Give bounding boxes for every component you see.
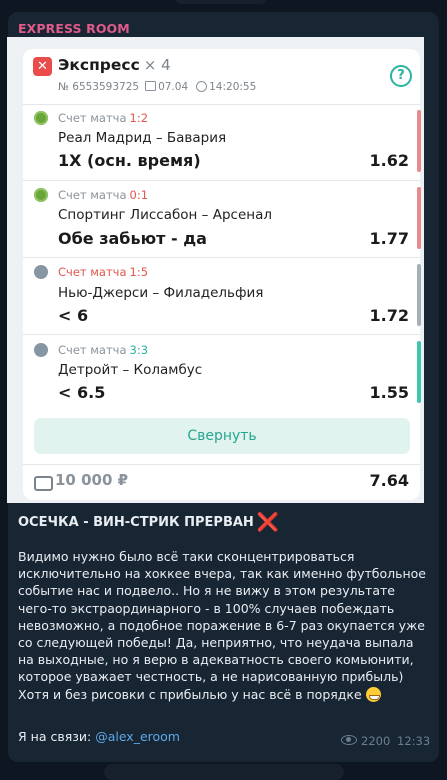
- football-icon: [34, 111, 48, 125]
- score-label: Счет матча 3:3: [58, 343, 149, 357]
- clock-icon: [196, 81, 208, 92]
- grinning-face-icon: [365, 686, 381, 702]
- eye-icon: [341, 735, 357, 745]
- previous-message-edge: [176, 0, 266, 4]
- slip-title: Экспресс × 4: [58, 56, 171, 74]
- bet-odd: 1.55: [369, 383, 409, 402]
- divider: [23, 104, 420, 105]
- divider: [23, 180, 420, 181]
- next-message-edge: [104, 764, 344, 780]
- close-icon: ✕: [33, 57, 52, 76]
- score: 0:1: [129, 188, 149, 202]
- contact-link[interactable]: @alex_eroom: [95, 729, 180, 744]
- match-teams: Реал Мадрид – Бавария: [58, 130, 227, 146]
- match-teams: Спортинг Лиссабон – Арсенал: [58, 207, 272, 223]
- bet-selection: < 6.5: [58, 383, 106, 402]
- slip-count: × 4: [143, 56, 171, 74]
- slip-time: 14:20:55: [209, 81, 257, 93]
- result-strip: [417, 264, 421, 326]
- score: 1:2: [129, 111, 149, 125]
- message-time: 12:33: [397, 734, 431, 748]
- score-label: Счет матча 0:1: [58, 188, 149, 202]
- score-label: Счет матча 1:5: [58, 265, 149, 279]
- score: 1:5: [129, 265, 149, 279]
- channel-name[interactable]: EXPRESS ROOM: [18, 21, 130, 36]
- score: 3:3: [129, 343, 149, 357]
- result-strip: [417, 110, 421, 172]
- bet-odd: 1.62: [369, 151, 409, 170]
- contact-line: Я на связи: @alex_eroom: [18, 729, 180, 744]
- divider: [23, 257, 420, 258]
- wallet-icon: [34, 476, 53, 491]
- collapse-button[interactable]: Свернуть: [34, 418, 410, 454]
- bet-odd: 1.77: [369, 229, 409, 248]
- bet-odd: 1.72: [369, 306, 409, 325]
- hockey-icon: [34, 343, 48, 357]
- football-icon: [34, 188, 48, 202]
- view-count: 2200: [341, 734, 390, 748]
- bet-selection: Обе забьют - да: [58, 229, 207, 248]
- cross-mark-icon: ❌: [256, 512, 280, 533]
- bet-selection: 1X (осн. время): [58, 151, 201, 170]
- match-teams: Нью-Джерси – Филадельфия: [58, 285, 264, 301]
- calendar-icon: [145, 81, 157, 91]
- message-headline: ОСЕЧКА - ВИН-СТРИК ПРЕРВАН ❌: [18, 512, 280, 533]
- bet-selection: < 6: [58, 306, 89, 325]
- hockey-icon: [34, 265, 48, 279]
- message-text: Видимо нужно было всё таки сконцентриров…: [18, 549, 426, 702]
- divider: [23, 334, 420, 335]
- slip-number: № 6553593725: [58, 81, 140, 93]
- result-strip: [417, 341, 421, 403]
- stake-amount: 10 000 ₽: [55, 471, 129, 489]
- total-odd: 7.64: [369, 471, 409, 490]
- result-strip: [417, 187, 421, 249]
- match-teams: Детройт – Коламбус: [58, 362, 203, 378]
- help-icon[interactable]: ?: [390, 65, 412, 87]
- slip-meta: № 6553593725 07.04 14:20:55: [58, 81, 256, 93]
- divider: [23, 464, 420, 465]
- score-label: Счет матча 1:2: [58, 111, 149, 125]
- slip-date: 07.04: [158, 81, 189, 93]
